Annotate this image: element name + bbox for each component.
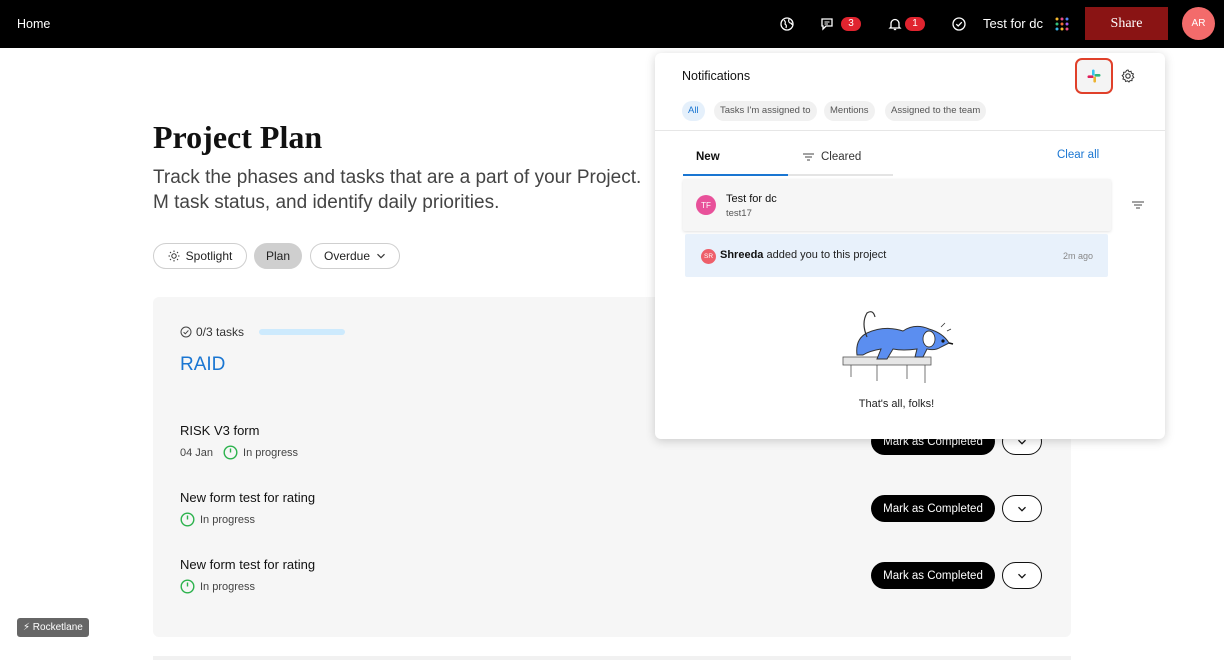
user-avatar[interactable]: AR — [1182, 7, 1215, 40]
dog-illustration — [842, 311, 954, 383]
tab-underline — [683, 174, 893, 176]
notification-actor: Shreeda — [720, 249, 764, 261]
tab-new[interactable]: New — [696, 151, 720, 163]
clear-all-link[interactable]: Clear all — [1057, 149, 1099, 161]
task-row[interactable]: New form test for rating In progress Mar… — [180, 557, 1042, 607]
actor-avatar: SR — [701, 249, 716, 264]
progress-bar — [259, 329, 345, 335]
chip-tasks-assigned[interactable]: Tasks I'm assigned to — [714, 101, 817, 121]
chevron-down-icon — [1018, 573, 1026, 579]
task-meta: In progress — [180, 579, 255, 594]
cleared-filter-icon — [803, 153, 814, 161]
gear-icon — [1121, 69, 1135, 83]
slack-integration-button[interactable] — [1075, 58, 1113, 94]
project-group-header[interactable]: TF Test for dc test17 — [683, 179, 1111, 231]
share-button[interactable]: Share — [1085, 7, 1168, 40]
mark-as-completed-button[interactable]: Mark as Completed — [871, 562, 995, 589]
check-circle-icon — [180, 326, 192, 338]
in-progress-icon — [180, 512, 195, 527]
chevron-down-icon — [377, 253, 385, 259]
workspace-name[interactable]: Test for dc — [983, 16, 1043, 31]
chip-assigned-team[interactable]: Assigned to the team — [885, 101, 987, 121]
panel-divider — [655, 130, 1165, 131]
tab-cleared-label: Cleared — [821, 151, 862, 163]
task-status[interactable]: In progress — [200, 514, 255, 526]
notification-settings-button[interactable] — [1120, 68, 1136, 84]
task-row[interactable]: New form test for rating In progress Mar… — [180, 490, 1042, 540]
filter-overdue[interactable]: Overdue — [310, 243, 400, 269]
progress-summary: 0/3 tasks — [180, 325, 244, 339]
filter-spotlight-label: Spotlight — [185, 249, 233, 263]
phase-name[interactable]: RAID — [180, 354, 225, 376]
task-name[interactable]: New form test for rating — [180, 557, 315, 572]
chat-badge: 3 — [841, 17, 861, 31]
in-progress-icon — [223, 445, 238, 460]
project-name: Test for dc — [726, 193, 777, 205]
task-meta: In progress — [180, 512, 255, 527]
task-name[interactable]: RISK V3 form — [180, 423, 259, 438]
page-title: Project Plan — [153, 119, 323, 155]
filter-plan-label: Plan — [265, 249, 291, 263]
task-date: 04 Jan — [180, 446, 214, 459]
task-options-button[interactable] — [1002, 562, 1042, 589]
progress-label: 0/3 tasks — [196, 325, 245, 339]
filter-spotlight[interactable]: Spotlight — [153, 243, 247, 269]
project-subtitle: test17 — [726, 208, 752, 219]
mark-as-completed-button[interactable]: Mark as Completed — [871, 495, 995, 522]
chat-icon[interactable] — [819, 16, 835, 32]
filter-icon[interactable] — [1131, 199, 1145, 211]
tab-new-label: New — [696, 151, 720, 163]
globe-icon[interactable] — [779, 16, 795, 32]
project-avatar: TF — [696, 195, 716, 215]
sun-icon — [168, 250, 180, 262]
notifications-panel: Notifications All Tasks I'm assigned to … — [655, 53, 1165, 439]
apps-grid-icon[interactable] — [1054, 16, 1070, 32]
in-progress-icon — [180, 579, 195, 594]
chip-all[interactable]: All — [682, 101, 705, 121]
task-options-button[interactable] — [1002, 495, 1042, 522]
chevron-down-icon — [1018, 506, 1026, 512]
home-link[interactable]: Home — [17, 17, 50, 31]
notification-message: added you to this project — [763, 249, 887, 261]
bell-icon[interactable] — [887, 16, 903, 32]
notification-item[interactable]: SR Shreeda added you to this project 2m … — [685, 234, 1108, 277]
task-status[interactable]: In progress — [243, 447, 298, 459]
empty-state-message: That's all, folks! — [858, 398, 935, 410]
tab-cleared[interactable]: Cleared — [802, 151, 861, 163]
task-meta: 04 Jan In progress — [180, 445, 298, 460]
task-status[interactable]: In progress — [200, 581, 255, 593]
notifications-title: Notifications — [682, 69, 751, 83]
filter-plan[interactable]: Plan — [254, 243, 302, 269]
tab-underline-selected — [683, 174, 788, 176]
slack-icon — [1087, 69, 1101, 83]
page-description: Track the phases and tasks that are a pa… — [153, 167, 642, 213]
check-circle-icon[interactable] — [951, 16, 967, 32]
filter-overdue-label: Overdue — [323, 249, 371, 263]
bell-badge: 1 — [905, 17, 925, 31]
next-section-edge — [153, 656, 1071, 660]
rocketlane-badge[interactable]: ⚡ Rocketlane — [17, 618, 89, 637]
task-name[interactable]: New form test for rating — [180, 490, 315, 505]
chip-mentions[interactable]: Mentions — [824, 101, 875, 121]
top-bar: Home 3 1 Test for dc Share AR — [0, 0, 1224, 48]
notification-time: 2m ago — [1062, 251, 1093, 261]
notification-text: Shreeda added you to this project — [720, 249, 886, 261]
